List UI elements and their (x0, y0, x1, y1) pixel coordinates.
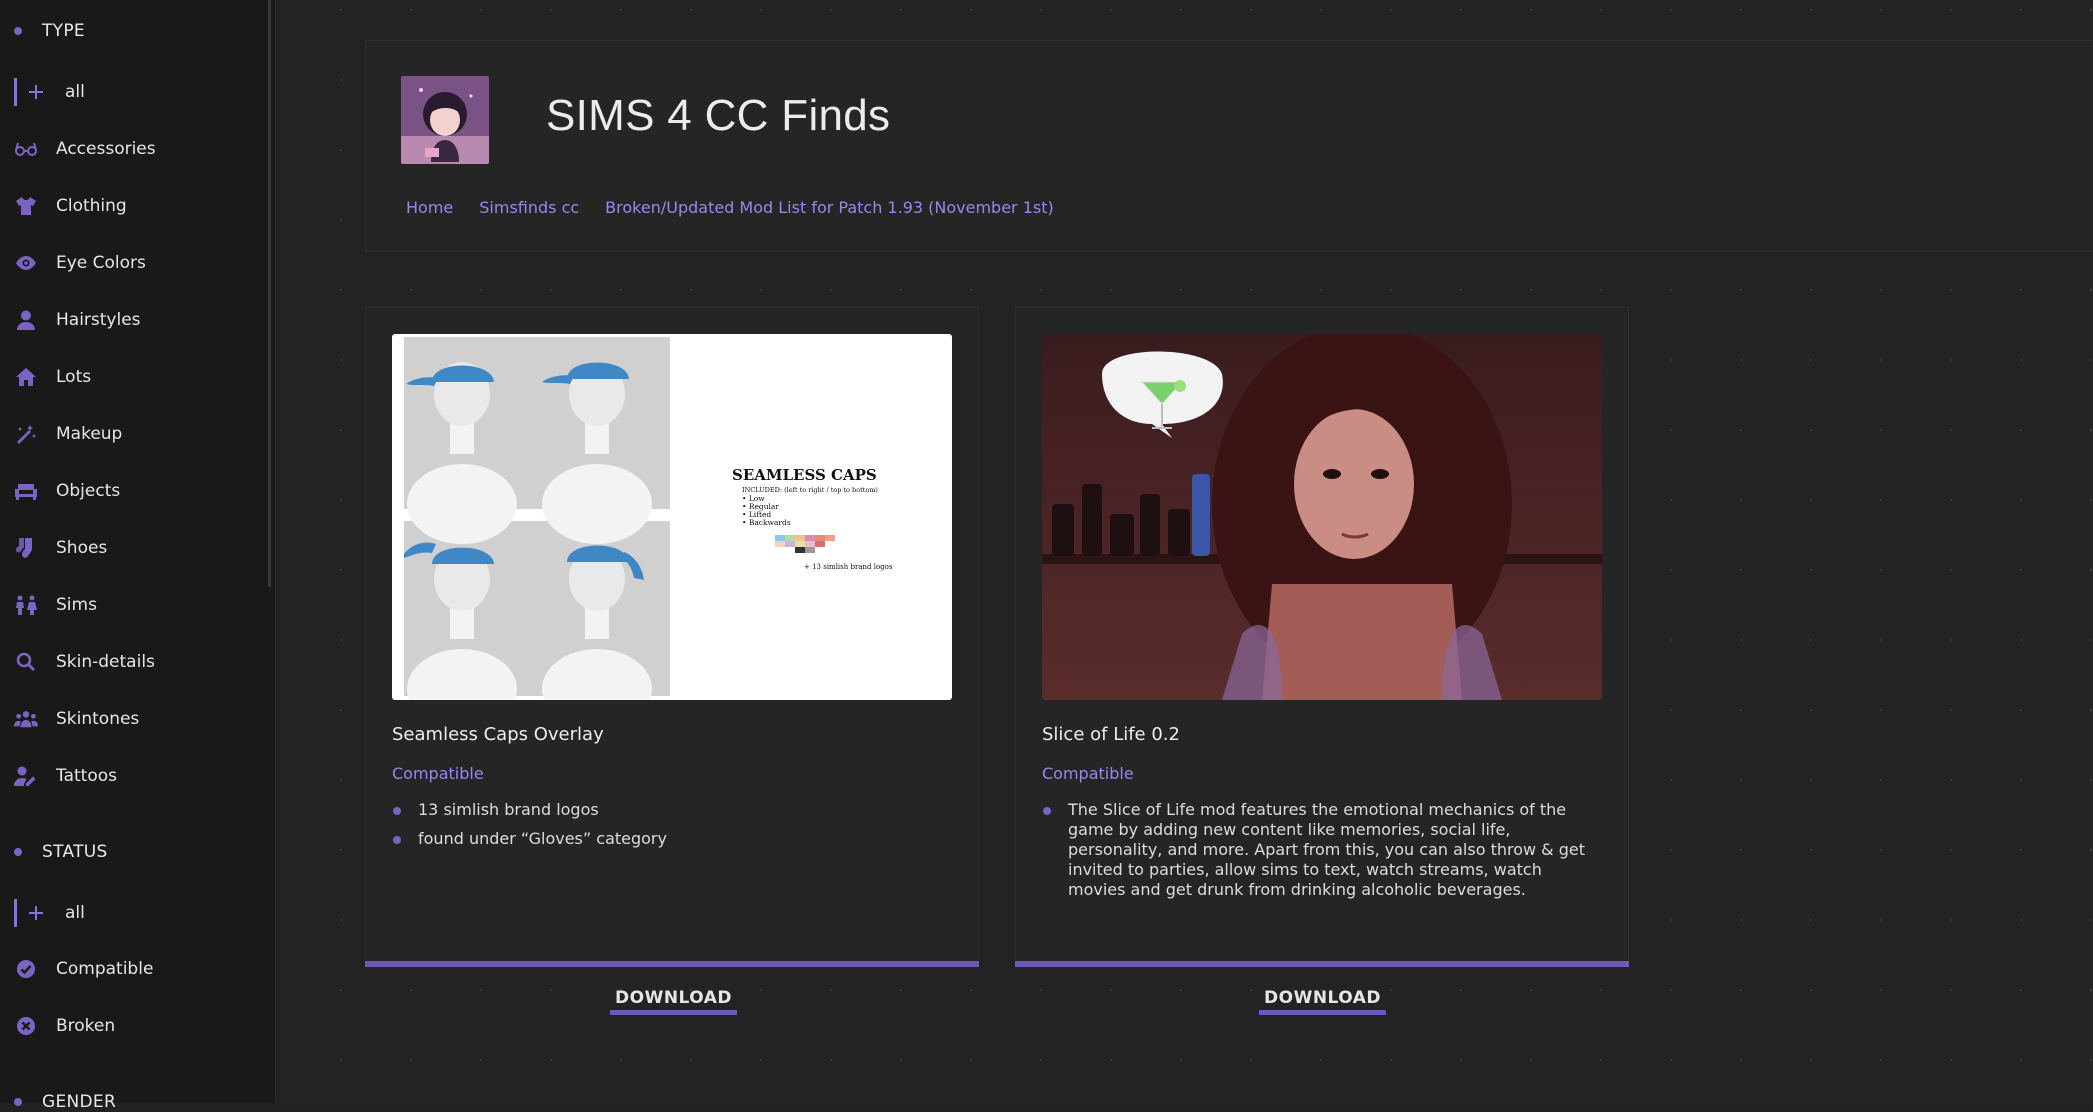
sidebar: TYPE all Accessories Clothing Eye Colors… (0, 0, 276, 1112)
socks-icon (14, 536, 38, 560)
download-button[interactable]: DOWNLOAD (1259, 988, 1387, 1015)
filter-sims[interactable]: Sims (14, 593, 97, 617)
card-image[interactable]: SEAMLESS CAPS INCLUDED: (left to right /… (392, 334, 952, 700)
filter-objects[interactable]: Objects (14, 479, 120, 503)
list-item: found under “Gloves” category (392, 829, 952, 849)
list-item: The Slice of Life mod features the emoti… (1042, 800, 1602, 900)
bullet-dot-icon (14, 1098, 22, 1106)
filter-broken[interactable]: Broken (14, 1014, 115, 1038)
card-title[interactable]: Seamless Caps Overlay (392, 724, 604, 745)
plus-icon (27, 901, 45, 925)
sidebar-scrollbar[interactable] (268, 0, 271, 587)
filter-accessories[interactable]: Accessories (14, 137, 156, 161)
filter-skintones[interactable]: Skintones (14, 707, 139, 731)
magic-wand-icon (14, 422, 38, 446)
filter-shoes[interactable]: Shoes (14, 536, 107, 560)
type-heading: TYPE (14, 21, 85, 41)
bullet-dot-icon (14, 848, 22, 856)
site-title: SIMS 4 CC Finds (546, 91, 891, 140)
header-nav: Home Simsfinds cc Broken/Updated Mod Lis… (406, 198, 1054, 217)
site-header: SIMS 4 CC Finds Home Simsfinds cc Broken… (365, 40, 2093, 252)
nav-simsfinds-cc[interactable]: Simsfinds cc (479, 198, 579, 217)
caps-image-note: + 13 simlish brand logos (804, 563, 893, 571)
eye-icon (14, 251, 38, 275)
user-pen-icon (14, 764, 38, 788)
card-title[interactable]: Slice of Life 0.2 (1042, 724, 1180, 745)
status-heading: STATUS (14, 842, 108, 862)
download-button[interactable]: DOWNLOAD (610, 988, 738, 1015)
nav-broken-updated-mod-list[interactable]: Broken/Updated Mod List for Patch 1.93 (… (605, 198, 1054, 217)
card-accent-bar (1015, 961, 1629, 967)
cc-card: SEAMLESS CAPS INCLUDED: (left to right /… (365, 307, 979, 967)
x-circle-icon (14, 1014, 38, 1038)
list-item: 13 simlish brand logos (392, 800, 952, 820)
status-badge[interactable]: Compatible (392, 764, 484, 783)
plus-icon (27, 80, 45, 104)
card-bullets: 13 simlish brand logos found under “Glov… (392, 800, 952, 858)
filter-makeup[interactable]: Makeup (14, 422, 122, 446)
site-avatar[interactable] (401, 76, 489, 164)
caps-image-item-backwards: Backwards (749, 518, 791, 527)
group-icon (14, 707, 38, 731)
filter-eye-colors[interactable]: Eye Colors (14, 251, 146, 275)
check-circle-icon (14, 957, 38, 981)
home-icon (14, 365, 38, 389)
filter-clothing[interactable]: Clothing (14, 194, 127, 218)
card-accent-bar (365, 961, 979, 967)
filter-type-all[interactable]: all (14, 78, 85, 106)
caps-image-included: INCLUDED: (left to right / top to bottom… (742, 486, 878, 494)
glasses-icon (14, 137, 38, 161)
filter-status-all[interactable]: all (14, 899, 85, 927)
bullet-dot-icon (14, 27, 22, 35)
status-badge[interactable]: Compatible (1042, 764, 1134, 783)
card-image[interactable] (1042, 334, 1602, 700)
search-icon (14, 650, 38, 674)
shirt-icon (14, 194, 38, 218)
filter-compatible[interactable]: Compatible (14, 957, 153, 981)
sofa-icon (14, 479, 38, 503)
filter-tattoos[interactable]: Tattoos (14, 764, 117, 788)
caps-image-heading: SEAMLESS CAPS (732, 466, 877, 484)
card-bullets: The Slice of Life mod features the emoti… (1042, 800, 1602, 909)
nav-home[interactable]: Home (406, 198, 453, 217)
filter-lots[interactable]: Lots (14, 365, 91, 389)
svg-text:• Backwards: • Backwards (742, 518, 791, 527)
user-icon (14, 308, 38, 332)
filter-hairstyles[interactable]: Hairstyles (14, 308, 141, 332)
people-icon (14, 593, 38, 617)
filter-skin-details[interactable]: Skin-details (14, 650, 155, 674)
cc-card: Slice of Life 0.2 Compatible The Slice o… (1015, 307, 1629, 967)
gender-heading: GENDER (14, 1092, 116, 1112)
